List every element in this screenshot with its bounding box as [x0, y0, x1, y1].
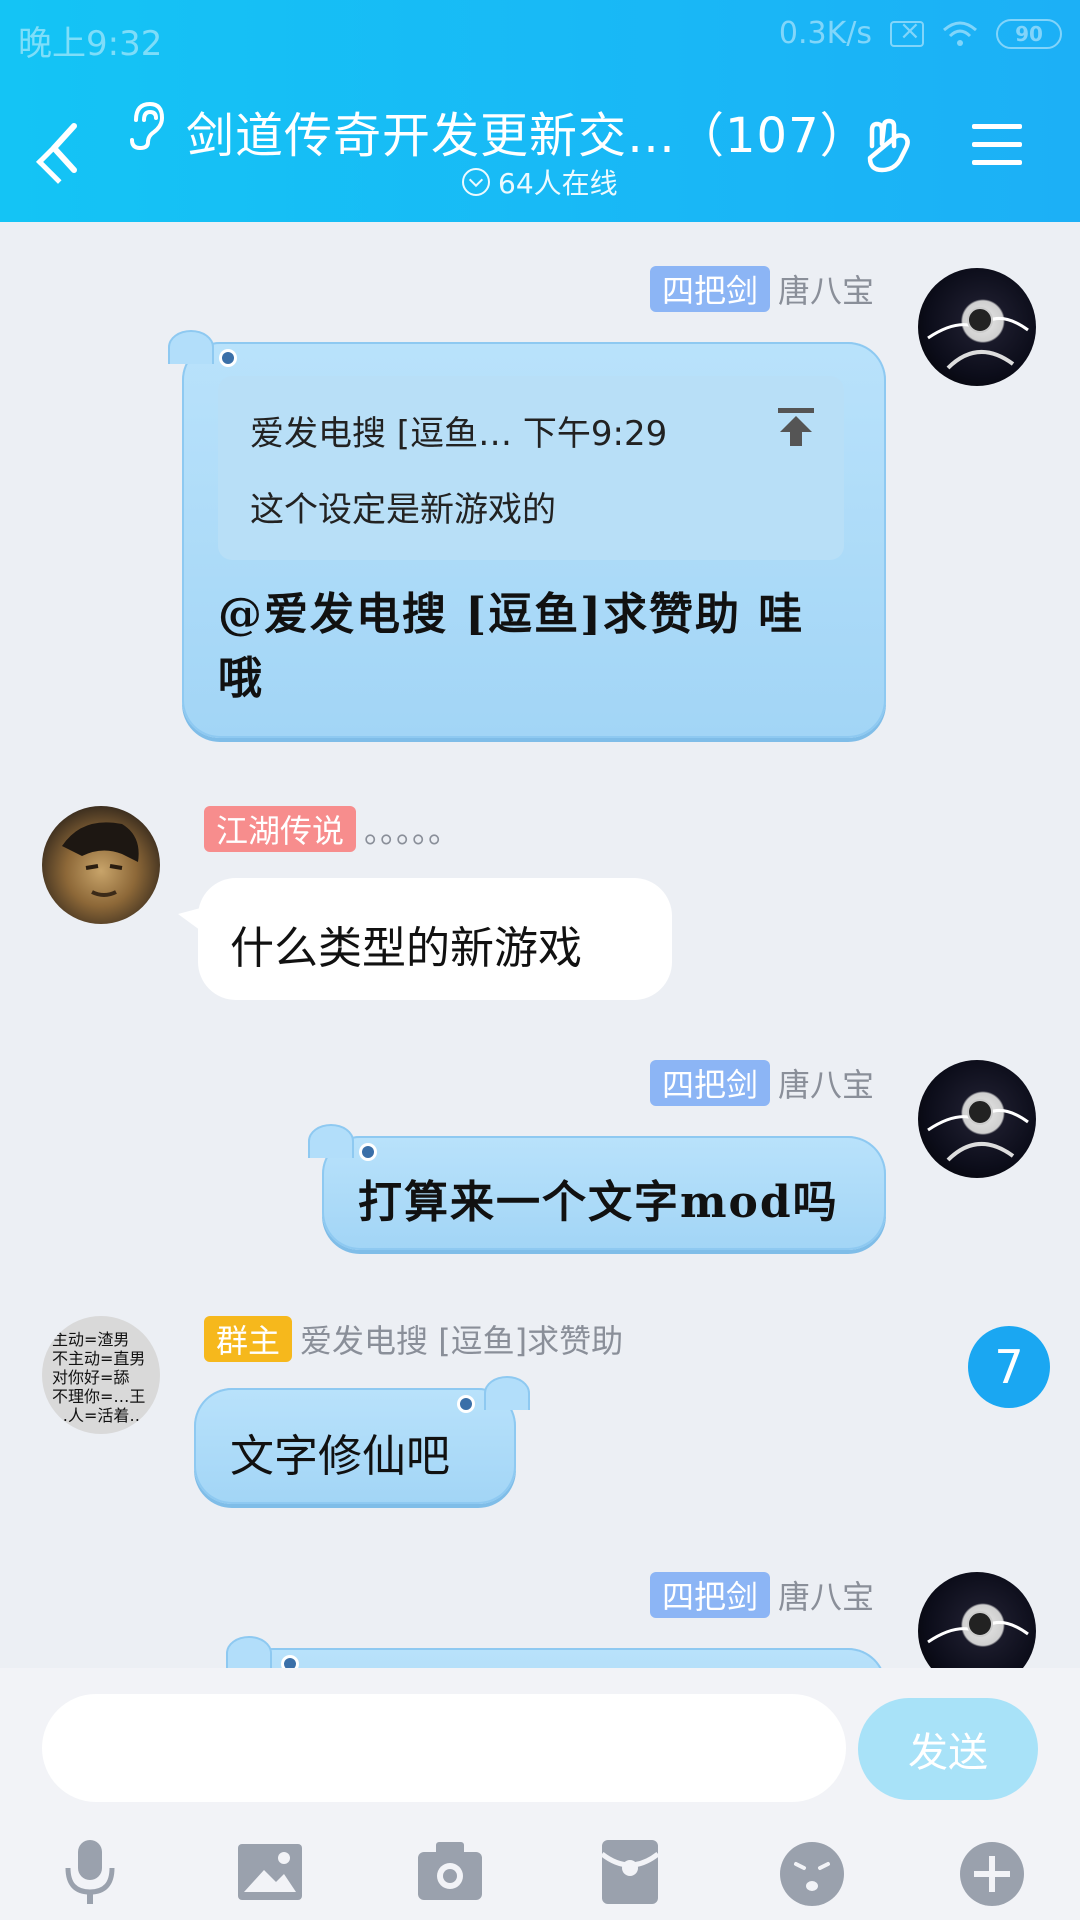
battery-icon: 90 — [996, 18, 1062, 49]
member-title-badge: 四把剑 — [649, 1572, 770, 1618]
sender-row: 四把剑 唐八宝 — [649, 1060, 874, 1106]
chevron-down-icon — [462, 168, 490, 196]
message-list[interactable]: 四把剑 唐八宝 爱发电搜 [逗鱼… 下午9:29 这个设定是新游戏的 @爱发电搜… — [0, 222, 1080, 1668]
message-text-line1: @爱发电搜 [逗鱼]求赞助 哇 — [218, 589, 805, 640]
avatar-line: 对你好=舔 — [52, 1368, 130, 1387]
avatar[interactable] — [918, 268, 1036, 386]
sender-row: 四把剑 唐八宝 — [649, 1572, 874, 1618]
bubble-eye-icon — [222, 352, 234, 364]
bubble-eye-icon — [460, 1398, 472, 1410]
quote-text: 这个设定是新游戏的 — [250, 490, 556, 530]
emoji-icon[interactable] — [774, 1834, 850, 1910]
avatar-line: 不主动=直男 — [52, 1349, 146, 1368]
bubble-ear-left — [168, 330, 214, 364]
sender-name[interactable]: 唐八宝 — [778, 266, 874, 312]
back-button[interactable] — [44, 118, 84, 178]
wifi-icon — [943, 21, 977, 46]
menu-icon[interactable] — [972, 122, 1022, 168]
message-input[interactable] — [42, 1694, 846, 1802]
message-text: 文字修仙吧 — [230, 1431, 450, 1482]
message-bubble[interactable] — [226, 1636, 886, 1668]
message-bubble[interactable]: 打算来一个文字mod吗 — [308, 1124, 886, 1250]
status-bar: 晚上9:32 0.3K/s 90 — [0, 0, 1080, 76]
bubble-ear-left — [226, 1636, 272, 1668]
avatar-art-icon — [927, 1611, 1029, 1644]
bubble-ear-left — [308, 1124, 354, 1158]
avatar[interactable] — [42, 806, 160, 924]
bubble-tail-icon — [178, 906, 208, 936]
message-bubble[interactable]: 文字修仙吧 — [194, 1376, 530, 1504]
avatar-art-icon — [927, 307, 1029, 370]
input-area: 发送 — [0, 1668, 1080, 1920]
member-title-badge: 四把剑 — [649, 266, 770, 312]
sender-name[interactable]: 。。。。。 — [364, 806, 460, 852]
sender-row: 群主 爱发电搜 [逗鱼]求赞助 — [204, 1316, 623, 1362]
avatar-line: …人=活着… — [52, 1406, 146, 1425]
unread-count-badge[interactable]: 7 — [968, 1326, 1050, 1408]
avatar-art-icon — [62, 822, 139, 897]
avatar-line: 主动=渣男 — [52, 1330, 130, 1349]
owner-badge: 群主 — [204, 1316, 293, 1362]
message-bubble[interactable]: 爱发电搜 [逗鱼… 下午9:29 这个设定是新游戏的 @爱发电搜 [逗鱼]求赞助… — [168, 330, 886, 738]
hand-gesture-icon[interactable] — [862, 116, 922, 176]
sender-row: 江湖传说 。。。。。 — [204, 806, 460, 852]
status-right: 0.3K/s 90 — [779, 16, 1062, 51]
message-text: 打算来一个文字mod吗 — [358, 1177, 839, 1228]
image-icon[interactable] — [232, 1834, 308, 1910]
sender-name[interactable]: 唐八宝 — [778, 1060, 874, 1106]
sender-row: 四把剑 唐八宝 — [649, 266, 874, 312]
input-toolbar — [0, 1824, 1080, 1920]
sender-name[interactable]: 爱发电搜 [逗鱼]求赞助 — [300, 1316, 623, 1362]
page-title[interactable]: 剑道传奇开发更新交…（107） — [186, 96, 869, 166]
status-time: 晚上9:32 — [18, 24, 163, 64]
bubble-eye-icon — [362, 1146, 374, 1158]
microphone-icon[interactable] — [52, 1834, 128, 1910]
quoted-message[interactable]: 爱发电搜 [逗鱼… 下午9:29 这个设定是新游戏的 — [218, 376, 844, 560]
jump-to-top-icon[interactable] — [774, 404, 818, 448]
chat-header: 晚上9:32 0.3K/s 90 剑道传奇开发更新交…（107） 64人在线 — [0, 0, 1080, 222]
send-button[interactable]: 发送 — [858, 1698, 1038, 1800]
avatar[interactable]: 主动=渣男 不主动=直男 对你好=舔 不理你=…王 …人=活着… — [42, 1316, 160, 1434]
message-text: 什么类型的新游戏 — [230, 923, 582, 974]
message-bubble[interactable]: 什么类型的新游戏 — [178, 878, 672, 1000]
member-title-badge: 四把剑 — [649, 1060, 770, 1106]
bubble-eye-icon — [284, 1658, 296, 1668]
sender-name[interactable]: 唐八宝 — [778, 1572, 874, 1618]
no-sim-icon — [890, 16, 924, 47]
plus-icon[interactable] — [954, 1834, 1030, 1910]
chevron-left-icon — [51, 123, 77, 173]
message-text-line2: 哦 — [218, 653, 264, 704]
red-packet-icon[interactable] — [592, 1834, 668, 1910]
avatar-line: 不理你=…王 — [52, 1387, 146, 1406]
camera-icon[interactable] — [412, 1834, 488, 1910]
online-count[interactable]: 64人在线 — [462, 162, 618, 202]
network-speed: 0.3K/s — [778, 16, 872, 51]
avatar[interactable] — [918, 1060, 1036, 1178]
bubble-ear-right — [484, 1376, 530, 1410]
avatar-art-icon — [927, 1099, 1029, 1162]
member-title-badge: 江湖传说 — [204, 806, 357, 852]
quote-header: 爱发电搜 [逗鱼… 下午9:29 — [250, 414, 668, 454]
online-count-label: 64人在线 — [498, 167, 618, 200]
ear-icon[interactable] — [126, 100, 166, 152]
avatar[interactable] — [918, 1572, 1036, 1668]
